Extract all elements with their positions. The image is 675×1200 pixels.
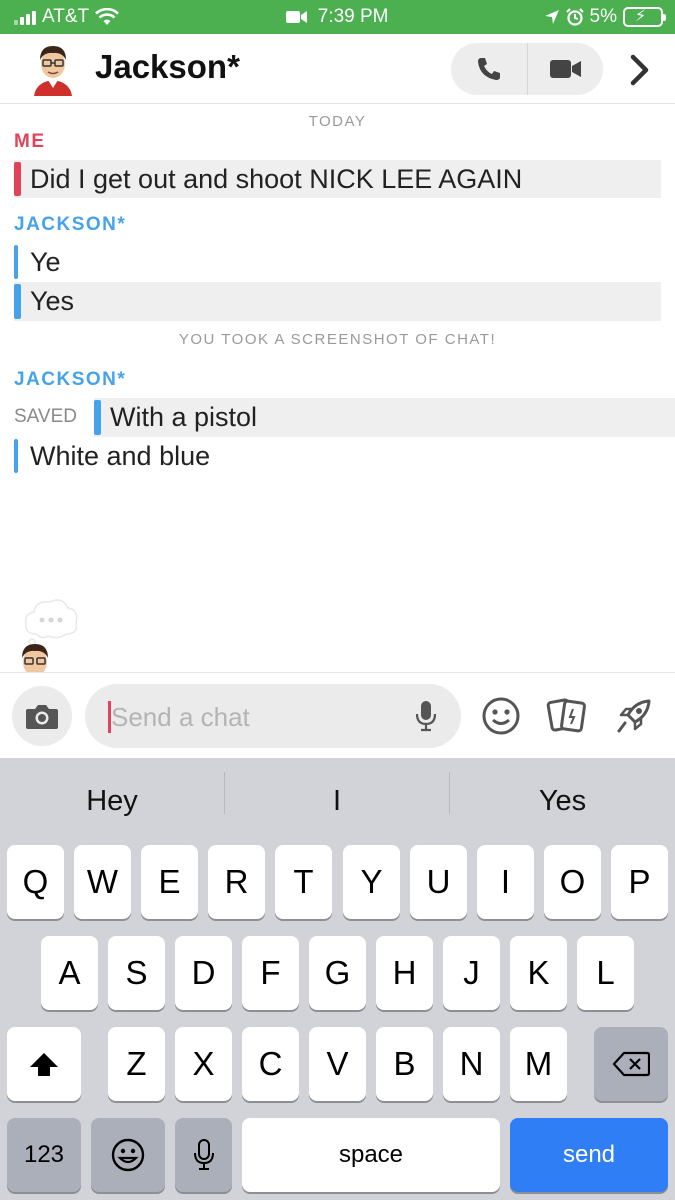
chat-message[interactable]: With a pistol [94, 398, 675, 437]
sender-label-them: JACKSON* [14, 214, 127, 235]
keyboard: Hey I Yes Q W E R T Y U I O P A S D F G … [0, 758, 675, 1200]
chat-input-bar: Send a chat [0, 672, 675, 758]
camera-button[interactable] [12, 686, 72, 746]
key-y[interactable]: Y [343, 845, 400, 919]
message-bar [14, 439, 18, 473]
key-p[interactable]: P [611, 845, 668, 919]
space-key[interactable]: space [242, 1118, 500, 1192]
video-status-icon [286, 10, 308, 23]
location-icon [544, 10, 559, 24]
chat-input[interactable]: Send a chat [85, 684, 461, 748]
key-s[interactable]: S [108, 936, 165, 1010]
key-z[interactable]: Z [108, 1027, 165, 1101]
date-separator: TODAY [308, 113, 367, 130]
chat-message[interactable]: Ye [14, 243, 661, 281]
shift-key[interactable] [7, 1027, 81, 1101]
voice-call-button[interactable] [451, 43, 527, 95]
message-text: Yes [30, 286, 75, 316]
chat-message[interactable]: Did I get out and shoot NICK LEE AGAIN [14, 160, 661, 198]
sender-label-me: ME [14, 131, 46, 152]
message-text: White and blue [30, 440, 211, 471]
key-f[interactable]: F [242, 936, 299, 1010]
chat-message[interactable]: White and blue [14, 437, 661, 475]
suggestion-2[interactable]: I [225, 776, 449, 826]
key-m[interactable]: M [510, 1027, 567, 1101]
alarm-icon [565, 8, 584, 26]
key-u[interactable]: U [410, 845, 467, 919]
emoji-icon [111, 1138, 145, 1172]
battery-percent: 5% [589, 6, 617, 27]
microphone-icon [193, 1139, 214, 1170]
key-b[interactable]: B [376, 1027, 433, 1101]
contact-name[interactable]: Jackson* [95, 48, 240, 86]
key-c[interactable]: C [242, 1027, 299, 1101]
status-time: 7:39 PM [317, 6, 389, 27]
message-text: Ye [30, 246, 61, 277]
status-bar: AT&T 7:39 PM 5% ⚡ [0, 0, 675, 34]
avatar[interactable] [30, 42, 76, 96]
status-right: 5% ⚡ [544, 6, 666, 28]
key-q[interactable]: Q [7, 845, 64, 919]
message-bar [94, 400, 101, 435]
dictation-key[interactable] [175, 1118, 232, 1192]
shift-icon [30, 1053, 58, 1076]
smiley-button[interactable] [478, 693, 524, 739]
cards-icon [546, 698, 586, 733]
message-bar [14, 284, 21, 319]
chat-input-placeholder: Send a chat [111, 702, 250, 732]
key-n[interactable]: N [443, 1027, 500, 1101]
sender-label-them: JACKSON* [14, 369, 127, 390]
emoji-key[interactable] [91, 1118, 165, 1192]
suggestion-3[interactable]: Yes [450, 776, 675, 826]
backspace-key[interactable] [594, 1027, 668, 1101]
key-l[interactable]: L [577, 936, 634, 1010]
smiley-icon [482, 697, 520, 735]
call-button-group [451, 43, 603, 95]
screenshot-notice: YOU TOOK A SCREENSHOT OF CHAT! [178, 331, 497, 348]
saved-label: SAVED [14, 406, 78, 427]
key-x[interactable]: X [175, 1027, 232, 1101]
key-h[interactable]: H [376, 936, 433, 1010]
video-call-button[interactable] [527, 43, 603, 95]
send-key[interactable]: send [510, 1118, 668, 1192]
typing-indicator-icon [24, 599, 78, 646]
chat-header: Jackson* [0, 34, 675, 104]
backspace-icon [612, 1051, 650, 1077]
microphone-icon[interactable] [415, 700, 437, 732]
key-v[interactable]: V [309, 1027, 366, 1101]
key-r[interactable]: R [208, 845, 265, 919]
typing-avatar [22, 644, 48, 672]
key-j[interactable]: J [443, 936, 500, 1010]
key-k[interactable]: K [510, 936, 567, 1010]
video-call-icon [549, 60, 581, 78]
numbers-key[interactable]: 123 [7, 1118, 81, 1192]
key-g[interactable]: G [309, 936, 366, 1010]
suggestion-1[interactable]: Hey [0, 776, 224, 826]
key-w[interactable]: W [74, 845, 131, 919]
message-text: Did I get out and shoot NICK LEE AGAIN [30, 163, 523, 194]
battery-icon: ⚡ [623, 7, 666, 27]
key-i[interactable]: I [477, 845, 534, 919]
camera-icon [26, 705, 58, 729]
message-bar [14, 162, 21, 196]
message-text: With a pistol [110, 402, 258, 432]
message-bar [14, 245, 18, 279]
key-o[interactable]: O [544, 845, 601, 919]
rocket-button[interactable] [611, 693, 657, 739]
key-d[interactable]: D [175, 936, 232, 1010]
cards-button[interactable] [544, 693, 590, 739]
key-e[interactable]: E [141, 845, 198, 919]
key-t[interactable]: T [275, 845, 332, 919]
key-a[interactable]: A [41, 936, 98, 1010]
chat-message[interactable]: Yes [14, 282, 661, 321]
rocket-icon [617, 699, 651, 733]
chevron-right-icon[interactable] [624, 52, 654, 88]
phone-icon [478, 58, 500, 80]
